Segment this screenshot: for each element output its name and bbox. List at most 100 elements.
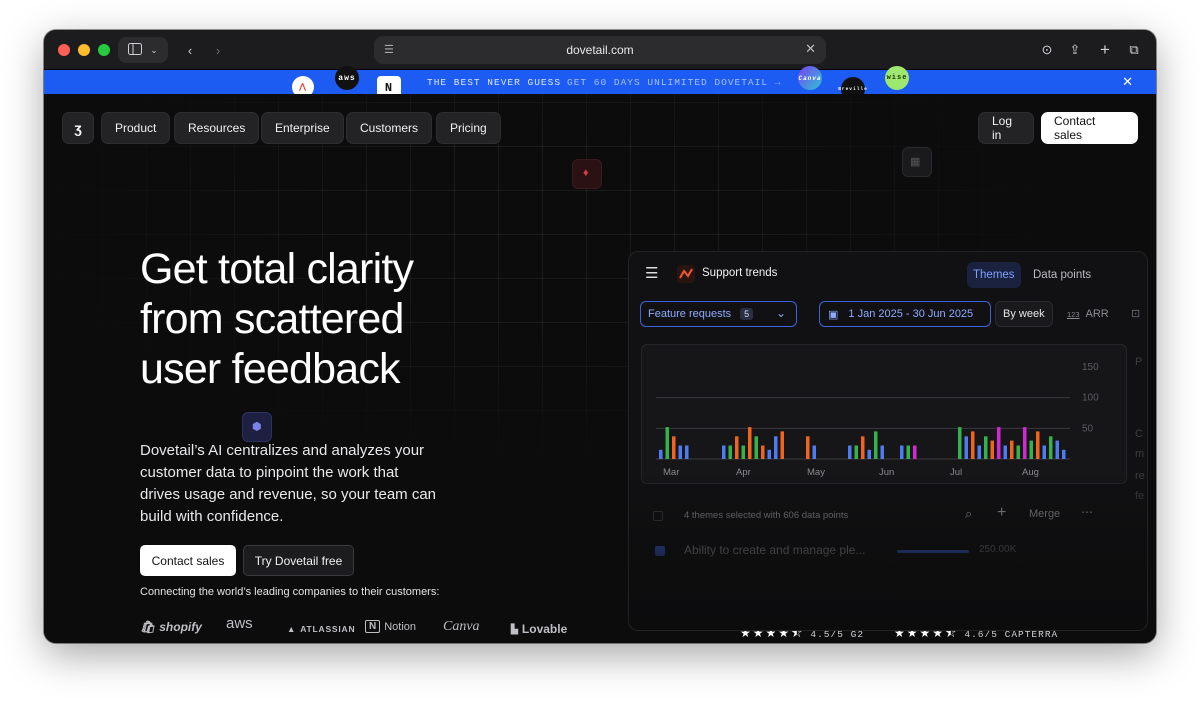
chart-bar[interactable]: [971, 431, 975, 459]
clear-url-icon[interactable]: ✕: [805, 41, 816, 57]
close-icon[interactable]: ✕: [1122, 74, 1134, 90]
hero-title: Get total clarity from scattered user fe…: [140, 245, 414, 393]
contact-sales-button[interactable]: Contact sales: [140, 545, 236, 576]
close-window-button[interactable]: [58, 44, 70, 56]
chart-bar[interactable]: [1042, 445, 1047, 459]
brand-shopify: 🛍 shopify: [140, 620, 202, 634]
chart-bar[interactable]: [913, 445, 917, 459]
nav-resources[interactable]: Resources: [174, 112, 260, 144]
chart-bar[interactable]: [1010, 440, 1014, 459]
downloads-button[interactable]: ⊙: [1036, 37, 1058, 63]
merge-button[interactable]: Merge: [1029, 508, 1060, 520]
metric-select[interactable]: 123 ARR: [1060, 301, 1116, 327]
chart-bar[interactable]: [977, 445, 982, 459]
chart-bar[interactable]: [867, 449, 872, 459]
nav-customers[interactable]: Customers: [346, 112, 433, 144]
page-content: ♦ ▦ ⬢ ʒ Product Resources Enterprise Cus…: [44, 94, 1156, 643]
share-icon: ⇪: [1069, 42, 1081, 57]
add-icon[interactable]: +: [997, 504, 1006, 522]
search-icon[interactable]: ⌕: [965, 506, 972, 522]
notion-icon: N: [365, 620, 381, 633]
floating-tile-blue: ⬢: [242, 412, 272, 442]
tab-data-points[interactable]: Data points: [1027, 262, 1097, 288]
feature-requests-filter[interactable]: Feature requests 5 ⌄: [640, 301, 797, 327]
chart-bar[interactable]: [997, 427, 1001, 459]
chart-bar[interactable]: [741, 445, 746, 459]
side-letter: m: [1135, 448, 1145, 460]
page-settings-icon: ☰: [384, 44, 394, 56]
granularity-select[interactable]: By week: [995, 301, 1053, 327]
chart-bar[interactable]: [812, 445, 817, 459]
chart-bar[interactable]: [861, 436, 865, 459]
chart-bar[interactable]: [774, 436, 778, 459]
new-tab-button[interactable]: +: [1094, 37, 1116, 63]
date-range-picker[interactable]: ▣ 1 Jan 2025 - 30 Jun 2025: [819, 301, 991, 327]
login-button[interactable]: Log in: [978, 112, 1034, 144]
sidebar-toggle-button[interactable]: ⌄: [118, 37, 168, 63]
keyboard-icon: ▦: [910, 156, 921, 168]
chart-bar[interactable]: [659, 449, 663, 459]
brand-atlassian: ▲ ATLASSIAN: [287, 624, 356, 634]
chart-bar[interactable]: [1036, 431, 1040, 459]
tab-overview-button[interactable]: ⧉: [1122, 37, 1146, 63]
menu-icon[interactable]: ☰: [645, 264, 658, 282]
theme-row-title[interactable]: Ability to create and manage ple...: [684, 543, 865, 557]
chart-bar[interactable]: [672, 436, 676, 459]
row-checkbox[interactable]: [655, 546, 665, 556]
selection-summary: 4 themes selected with 606 data points: [684, 510, 849, 521]
chart-bar[interactable]: [665, 427, 670, 459]
chart-bar[interactable]: [958, 427, 962, 459]
chart-bar[interactable]: [685, 445, 689, 459]
try-free-button[interactable]: Try Dovetail free: [243, 545, 354, 576]
chart-bar[interactable]: [735, 436, 739, 459]
select-all-checkbox[interactable]: [653, 511, 663, 521]
minimize-window-button[interactable]: [78, 44, 90, 56]
chart-bar[interactable]: [761, 445, 765, 459]
chart-bar[interactable]: [767, 449, 772, 459]
maximize-window-button[interactable]: [98, 44, 110, 56]
chart-bar[interactable]: [1003, 445, 1008, 459]
chart-bar[interactable]: [984, 436, 988, 459]
chart-bar[interactable]: [1062, 449, 1066, 459]
more-icon[interactable]: ⋯: [1081, 505, 1093, 519]
chart-bar[interactable]: [880, 445, 885, 459]
chart-bar[interactable]: [854, 445, 859, 459]
user-icon[interactable]: ⊡: [1131, 307, 1140, 320]
banner-text-right[interactable]: GET 60 DAYS UNLIMITED DOVETAIL →: [567, 77, 781, 88]
chart-bar[interactable]: [748, 427, 752, 459]
tab-themes[interactable]: Themes: [967, 262, 1021, 288]
chart-bar[interactable]: [780, 431, 785, 459]
chart-bar[interactable]: [848, 445, 852, 459]
promo-banner[interactable]: ⋀ aws N THE BEST NEVER GUESS GET 60 DAYS…: [44, 66, 1156, 101]
chevron-down-icon: ⌄: [150, 44, 158, 55]
banner-logo-canva: Canva: [798, 66, 822, 90]
chart-bar[interactable]: [722, 445, 726, 459]
plus-icon: +: [1100, 40, 1110, 59]
chart-bar[interactable]: [906, 445, 911, 459]
dovetail-logo[interactable]: ʒ: [62, 112, 94, 144]
chart-bar[interactable]: [806, 436, 810, 459]
chart-bar[interactable]: [1023, 427, 1027, 459]
chart-bar[interactable]: [1016, 445, 1021, 459]
nav-enterprise[interactable]: Enterprise: [261, 112, 344, 144]
share-button[interactable]: ⇪: [1064, 37, 1086, 63]
chart-bar[interactable]: [1029, 440, 1034, 459]
chart-bar[interactable]: [874, 431, 878, 459]
chart-bar[interactable]: [754, 436, 759, 459]
chart-bar[interactable]: [678, 445, 683, 459]
chart-bar[interactable]: [990, 440, 995, 459]
chart-bar[interactable]: [728, 445, 733, 459]
chart-bar[interactable]: [1055, 440, 1060, 459]
side-letter: P: [1135, 356, 1143, 368]
nav-pricing[interactable]: Pricing: [436, 112, 501, 144]
address-bar[interactable]: ☰ dovetail.com ✕: [374, 36, 826, 64]
x-tick-label: Mar: [663, 467, 679, 478]
chart-bar[interactable]: [964, 436, 969, 459]
x-tick-label: Aug: [1022, 467, 1039, 478]
back-button[interactable]: ‹: [176, 37, 204, 63]
contact-sales-nav-button[interactable]: Contact sales: [1041, 112, 1138, 144]
forward-button[interactable]: ›: [204, 37, 232, 63]
chart-bar[interactable]: [900, 445, 904, 459]
nav-product[interactable]: Product: [101, 112, 171, 144]
chart-bar[interactable]: [1049, 436, 1053, 459]
